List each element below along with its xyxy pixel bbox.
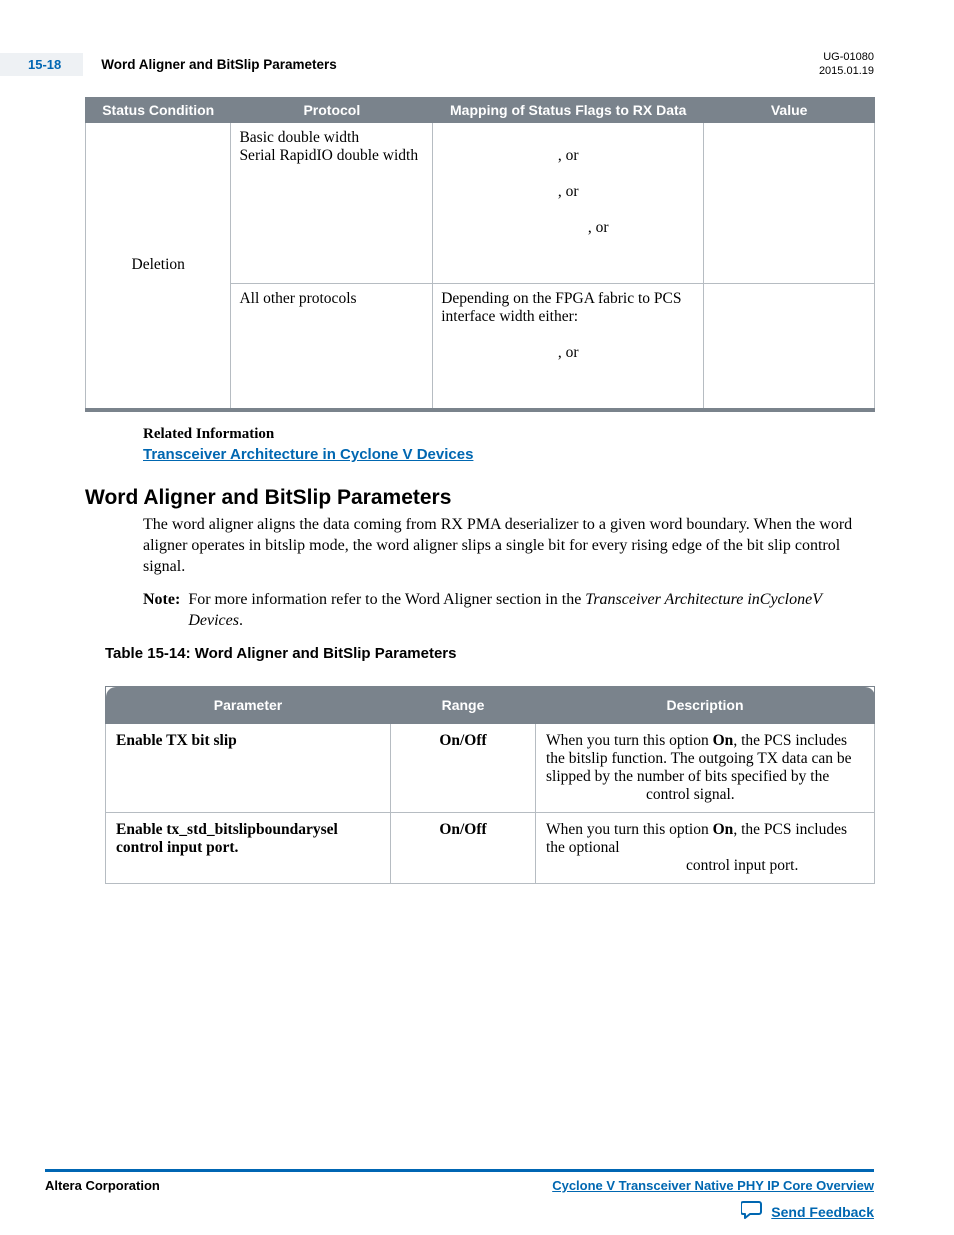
protocol-line2: Serial RapidIO double width	[239, 147, 418, 164]
page: 15-18 Word Aligner and BitSlip Parameter…	[0, 0, 954, 1235]
desc-text: When you turn this option	[546, 821, 713, 838]
parameters-table: Parameter Range Description Enable TX bi…	[105, 686, 875, 884]
page-footer: Altera Corporation Cyclone V Transceiver…	[45, 1169, 874, 1193]
note: Note: For more information refer to the …	[143, 589, 874, 631]
mapping-sep: , or	[441, 219, 695, 237]
cell-status-condition: Deletion	[86, 122, 231, 410]
col-range: Range	[391, 687, 536, 724]
page-header: 15-18 Word Aligner and BitSlip Parameter…	[45, 50, 874, 79]
footer-right-link[interactable]: Cyclone V Transceiver Native PHY IP Core…	[552, 1178, 874, 1193]
mapping-sep: , or	[441, 147, 695, 165]
doc-id: UG-01080	[819, 50, 874, 64]
cell-mapping: , or , or , or	[433, 122, 704, 283]
note-text-suffix: .	[239, 612, 243, 629]
cell-range: On/Off	[391, 724, 536, 813]
note-label: Note:	[143, 589, 188, 631]
desc-bold: On	[713, 732, 734, 749]
desc-text: When you turn this option	[546, 732, 713, 749]
section-heading: Word Aligner and BitSlip Parameters	[85, 486, 874, 510]
cell-value	[704, 122, 875, 283]
mapping-sep: , or	[441, 183, 695, 201]
note-text: For more information refer to the Word A…	[188, 589, 874, 631]
protocol-line1: Basic double width	[239, 129, 359, 146]
feedback-icon	[741, 1200, 771, 1223]
desc-bold: On	[713, 821, 734, 838]
related-info-heading: Related Information	[143, 426, 874, 443]
col-description: Description	[536, 687, 875, 724]
cell-description: When you turn this option On, the PCS in…	[536, 813, 875, 884]
cell-description: When you turn this option On, the PCS in…	[536, 724, 875, 813]
cell-parameter: Enable tx_std_bitslipboundarysel control…	[106, 813, 391, 884]
col-status-condition: Status Condition	[86, 97, 231, 122]
related-information: Related Information Transceiver Architec…	[143, 426, 874, 464]
page-header-title: Word Aligner and BitSlip Parameters	[101, 57, 819, 72]
table-row: Enable tx_std_bitslipboundarysel control…	[106, 813, 875, 884]
send-feedback-link[interactable]: Send Feedback	[741, 1200, 874, 1223]
col-value: Value	[704, 97, 875, 122]
col-parameter: Parameter	[106, 687, 391, 724]
page-number: 15-18	[0, 53, 83, 76]
col-mapping: Mapping of Status Flags to RX Data	[433, 97, 704, 122]
note-text-prefix: For more information refer to the Word A…	[188, 591, 585, 608]
cell-range: On/Off	[391, 813, 536, 884]
doc-id-block: UG-01080 2015.01.19	[819, 50, 874, 79]
section-paragraph: The word aligner aligns the data coming …	[143, 514, 874, 577]
col-protocol: Protocol	[231, 97, 433, 122]
footer-left: Altera Corporation	[45, 1178, 160, 1193]
doc-date: 2015.01.19	[819, 64, 874, 78]
desc-tail: control input port.	[546, 857, 864, 875]
related-link[interactable]: Transceiver Architecture in Cyclone V De…	[143, 446, 473, 463]
cell-value	[704, 283, 875, 410]
table-header-row: Parameter Range Description	[106, 687, 875, 724]
table-header-row: Status Condition Protocol Mapping of Sta…	[86, 97, 875, 122]
table-row: Enable TX bit slip On/Off When you turn …	[106, 724, 875, 813]
table-title: Table 15-14: Word Aligner and BitSlip Pa…	[105, 645, 874, 662]
mapping-text: Depending on the FPGA fabric to PCS inte…	[441, 290, 681, 325]
desc-tail: control signal.	[546, 786, 864, 804]
cell-protocol: Basic double width Serial RapidIO double…	[231, 122, 433, 283]
mapping-sep: , or	[441, 344, 695, 362]
cell-mapping: Depending on the FPGA fabric to PCS inte…	[433, 283, 704, 410]
table-row: Deletion Basic double width Serial Rapid…	[86, 122, 875, 283]
cell-parameter: Enable TX bit slip	[106, 724, 391, 813]
feedback-label: Send Feedback	[771, 1204, 874, 1220]
status-flags-table: Status Condition Protocol Mapping of Sta…	[85, 97, 875, 412]
cell-protocol: All other protocols	[231, 283, 433, 410]
